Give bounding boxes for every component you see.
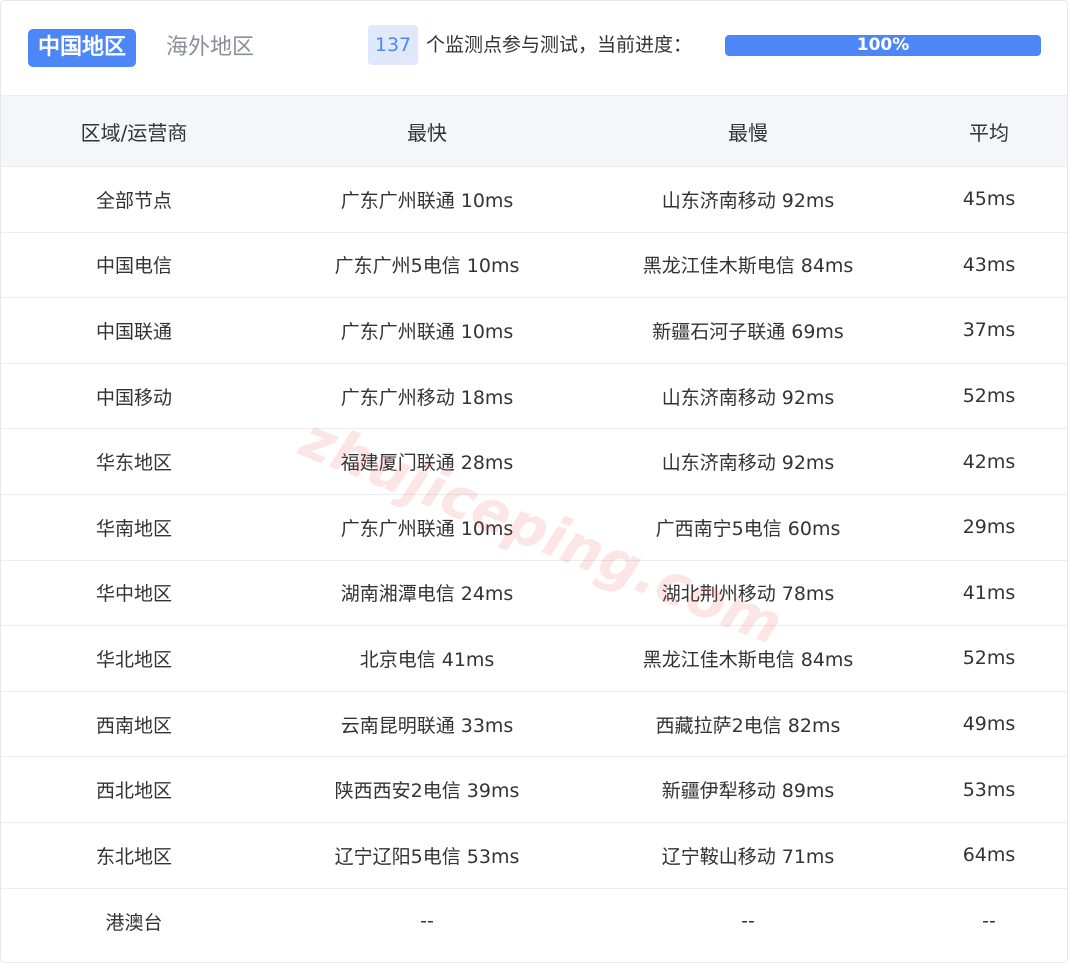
cell-average: 52ms	[909, 625, 1067, 692]
table-row: 华中地区 湖南湘潭电信 24ms 湖北荆州移动 78ms 41ms	[1, 560, 1067, 627]
header-fastest: 最快	[267, 95, 587, 167]
cell-region: 华南地区	[1, 494, 267, 561]
cell-average: 53ms	[909, 756, 1067, 823]
progress-bar: 100%	[725, 35, 1041, 56]
cell-average: 49ms	[909, 691, 1067, 758]
cell-average: 41ms	[909, 560, 1067, 627]
cell-region: 华东地区	[1, 428, 267, 495]
cell-region: 港澳台	[105, 911, 163, 934]
cell-region: 中国移动	[1, 363, 267, 430]
cell-slowest: 山东济南移动 92ms	[587, 363, 909, 430]
header-slowest: 最慢	[587, 95, 909, 167]
progress-label: 100%	[856, 35, 910, 55]
cell-average: 42ms	[909, 428, 1067, 495]
table-row: 西北地区 陕西西安2电信 39ms 新疆伊犁移动 89ms 53ms	[1, 756, 1067, 823]
cell-average: 64ms	[909, 822, 1067, 889]
speedtest-panel: 中国地区 海外地区 137 个监测点参与测试，当前进度： 100% 区域/运营商…	[0, 0, 1068, 963]
table-row: 中国电信 广东广州5电信 10ms 黑龙江佳木斯电信 84ms 43ms	[1, 232, 1067, 299]
cell-region: 西北地区	[1, 756, 267, 823]
cell-slowest: 西藏拉萨2电信 82ms	[587, 691, 909, 758]
table-row: 华南地区 广东广州联通 10ms 广西南宁5电信 60ms 29ms	[1, 494, 1067, 561]
cell-slowest: 辽宁鞍山移动 71ms	[587, 822, 909, 889]
cell-region: 中国电信	[1, 232, 267, 299]
cell-average: 45ms	[909, 166, 1067, 233]
cell-fastest: 陕西西安2电信 39ms	[267, 756, 587, 823]
cell-fastest: 广东广州移动 18ms	[267, 363, 587, 430]
cell-region: 西南地区	[1, 691, 267, 758]
header-row: 区域/运营商 最快 最慢 平均	[1, 95, 1067, 167]
cell-slowest: 新疆伊犁移动 89ms	[587, 756, 909, 823]
cell-slowest: 山东济南移动 92ms	[587, 428, 909, 495]
cell-slowest: 山东济南移动 92ms	[587, 166, 909, 233]
node-count-badge: 137	[368, 25, 418, 65]
table-row: 西南地区 云南昆明联通 33ms 西藏拉萨2电信 82ms 49ms	[1, 691, 1067, 758]
table-row: 中国移动 广东广州移动 18ms 山东济南移动 92ms 52ms	[1, 363, 1067, 430]
cell-slowest: 湖北荆州移动 78ms	[587, 560, 909, 627]
cell-average: 52ms	[909, 363, 1067, 430]
cell-fastest: 广东广州联通 10ms	[267, 494, 587, 561]
cell-fastest: 辽宁辽阳5电信 53ms	[267, 822, 587, 889]
latency-table: 区域/运营商 最快 最慢 平均 全部节点 广东广州联通 10ms 山东济南移动 92…	[1, 95, 1067, 954]
cell-region: 东北地区	[1, 822, 267, 889]
cell-slowest: 黑龙江佳木斯电信 84ms	[587, 625, 909, 692]
table-row: 华北地区 北京电信 41ms 黑龙江佳木斯电信 84ms 52ms	[1, 625, 1067, 692]
cell-region: 全部节点	[1, 166, 267, 233]
cell-region: 中国联通	[1, 297, 267, 364]
progress-status-text: 个监测点参与测试，当前进度：	[426, 34, 693, 56]
cell-fastest: 广东广州联通 10ms	[267, 166, 587, 233]
cell-region: 华北地区	[1, 625, 267, 692]
table-row: 全部节点 广东广州联通 10ms 山东济南移动 92ms 45ms	[1, 166, 1067, 233]
header-average: 平均	[909, 95, 1067, 167]
tab-overseas[interactable]: 海外地区	[156, 29, 264, 67]
cell-average: --	[982, 910, 996, 933]
cell-slowest: 黑龙江佳木斯电信 84ms	[587, 232, 909, 299]
cell-fastest: 福建厦门联通 28ms	[267, 428, 587, 495]
table-row: 华东地区 福建厦门联通 28ms 山东济南移动 92ms 42ms	[1, 428, 1067, 495]
table-header: 区域/运营商 最快 最慢 平均	[1, 95, 1067, 167]
cell-slowest: --	[741, 910, 755, 933]
cell-average: 37ms	[909, 297, 1067, 364]
cell-fastest: 北京电信 41ms	[267, 625, 587, 692]
cell-region: 华中地区	[1, 560, 267, 627]
cell-fastest: 云南昆明联通 33ms	[267, 691, 587, 758]
cell-fastest: --	[420, 910, 434, 933]
cell-average: 43ms	[909, 232, 1067, 299]
region-toolbar: 中国地区 海外地区 137 个监测点参与测试，当前进度： 100%	[1, 1, 1067, 95]
table-row: 东北地区 辽宁辽阳5电信 53ms 辽宁鞍山移动 71ms 64ms	[1, 822, 1067, 889]
tab-china[interactable]: 中国地区	[28, 29, 137, 67]
header-region: 区域/运营商	[1, 95, 267, 167]
table-row: 港澳台 -- -- --	[1, 888, 1067, 954]
cell-slowest: 广西南宁5电信 60ms	[587, 494, 909, 561]
cell-fastest: 湖南湘潭电信 24ms	[267, 560, 587, 627]
cell-fastest: 广东广州联通 10ms	[267, 297, 587, 364]
table-body: 全部节点 广东广州联通 10ms 山东济南移动 92ms 45ms 中国电信 广东广州5电…	[1, 166, 1067, 954]
cell-slowest: 新疆石河子联通 69ms	[587, 297, 909, 364]
cell-fastest: 广东广州5电信 10ms	[267, 232, 587, 299]
cell-average: 29ms	[909, 494, 1067, 561]
table-row: 中国联通 广东广州联通 10ms 新疆石河子联通 69ms 37ms	[1, 297, 1067, 364]
